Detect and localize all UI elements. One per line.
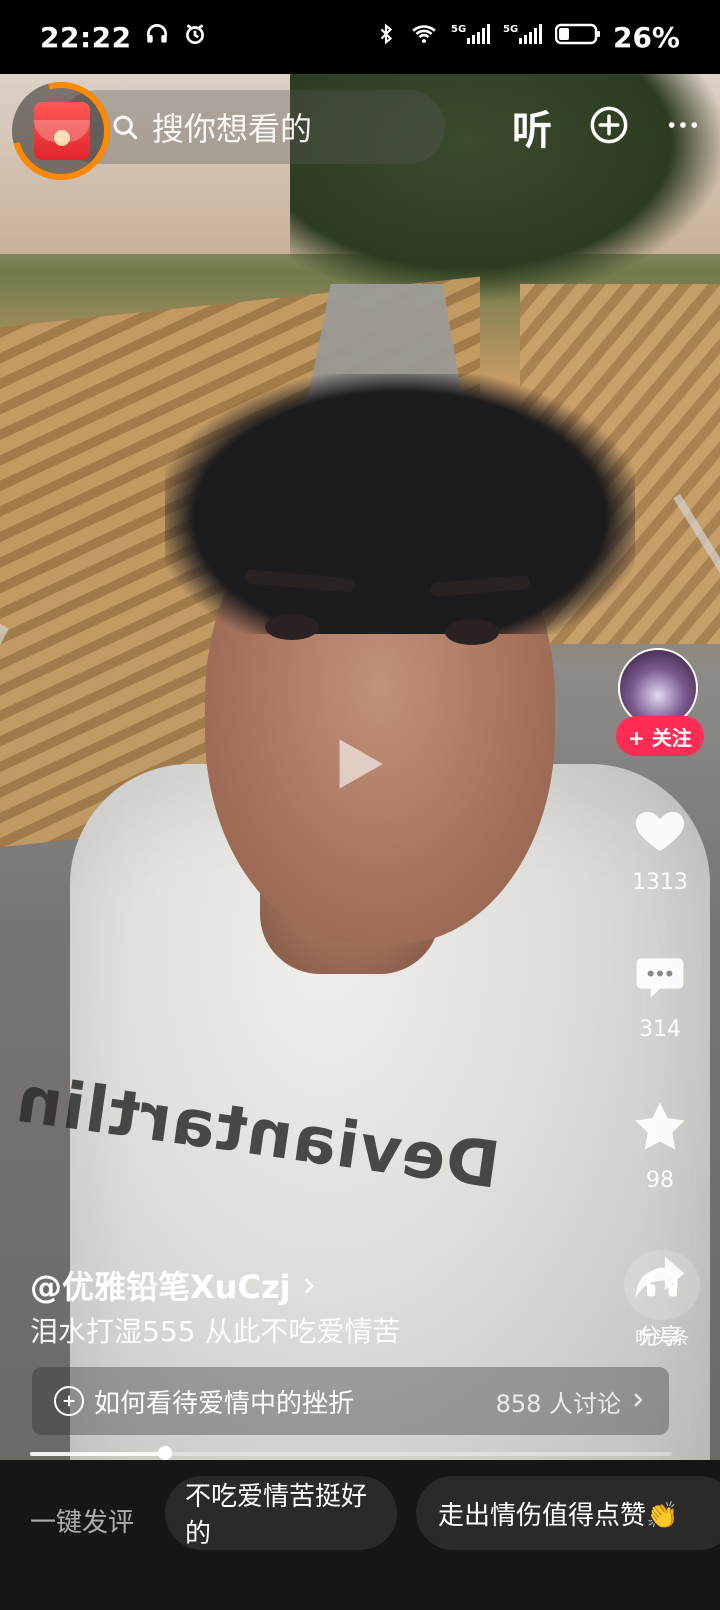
battery-percent: 26% [612, 20, 680, 54]
heart-icon[interactable] [630, 802, 690, 860]
wifi-icon [409, 21, 439, 54]
status-bar: 22:22 5G 5G 26% [0, 0, 720, 74]
star-icon[interactable] [631, 1098, 689, 1158]
red-packet-button[interactable] [0, 64, 128, 198]
status-left: 22:22 [40, 21, 208, 54]
svg-text:5G: 5G [451, 24, 466, 35]
comment-icon[interactable] [632, 951, 688, 1007]
status-time: 22:22 [40, 20, 132, 54]
comment-action[interactable]: 314 [632, 951, 688, 1042]
topic-meta[interactable]: 858 人讨论 [496, 1384, 647, 1419]
right-actions: + 关注 1313 314 98 分享 [616, 648, 704, 1351]
play-icon[interactable] [318, 727, 392, 801]
add-icon[interactable] [588, 104, 630, 150]
svg-text:5G: 5G [503, 24, 518, 35]
red-packet-icon [34, 102, 90, 160]
top-right-actions: 听 [512, 90, 700, 164]
search-icon [110, 112, 140, 142]
quick-comment-chip[interactable]: 走出情伤值得点赞👏 [416, 1476, 720, 1550]
chevron-right-icon [629, 1387, 647, 1415]
headphones-icon [642, 1263, 682, 1307]
video-progress-bar[interactable] [30, 1446, 672, 1460]
listen-button[interactable]: 听 [512, 98, 552, 156]
favorite-action[interactable]: 98 [631, 1098, 689, 1193]
like-action[interactable]: 1313 [630, 802, 690, 895]
screen: 22:22 5G 5G 26% Deviantartlin 搜你想看的 听 + … [0, 0, 720, 1610]
video-person-hair [165, 374, 635, 634]
video-progress-fill [30, 1452, 165, 1456]
topic-plus-icon [54, 1386, 84, 1416]
listen-headline-button[interactable]: 听头条 [622, 1250, 702, 1350]
battery-icon [554, 21, 601, 54]
video-person-right-eye [445, 619, 499, 645]
listen-headline-circle [624, 1250, 700, 1320]
topic-card[interactable]: 如何看待爱情中的挫折 858 人讨论 [32, 1367, 669, 1435]
quick-comment-label: 一键发评 [30, 1508, 135, 1538]
search-bar[interactable]: 搜你想看的 [60, 90, 445, 164]
alarm-icon [182, 21, 208, 54]
listen-headline-label: 听头条 [635, 1328, 689, 1349]
status-right: 5G 5G 26% [375, 21, 680, 54]
creator-avatar-wrap[interactable]: + 关注 [616, 648, 704, 756]
quick-comment-chip[interactable]: 不吃爱情苦挺好的 [165, 1476, 397, 1550]
bluetooth-icon [375, 21, 397, 54]
video-person-left-eye [265, 614, 319, 640]
favorite-count: 98 [646, 1168, 674, 1193]
signal-5g-icon-2: 5G [503, 21, 543, 54]
topic-title[interactable]: 如何看待爱情中的挫折 [94, 1383, 354, 1420]
like-count: 1313 [632, 870, 688, 895]
search-placeholder: 搜你想看的 [152, 110, 313, 148]
comment-count: 314 [639, 1017, 681, 1042]
bottom-quick-comment-bar: 一键发评 不吃爱情苦挺好的 走出情伤值得点赞👏 [0, 1460, 720, 1610]
author-handle[interactable]: @优雅铅笔XuCzj [30, 1262, 291, 1308]
headphones-icon [144, 21, 170, 54]
topic-discussion-count: 858 人讨论 [495, 1389, 621, 1418]
video-progress-thumb[interactable] [157, 1446, 172, 1460]
follow-button[interactable]: + 关注 [616, 716, 704, 756]
more-icon[interactable] [666, 108, 700, 146]
chevron-right-icon [299, 1266, 319, 1304]
top-overlay: 搜你想看的 听 [0, 64, 720, 198]
post-caption: 泪水打湿555 从此不吃爱情苦 [30, 1315, 401, 1348]
author-name[interactable]: @优雅铅笔XuCzj [30, 1262, 319, 1308]
signal-5g-icon-1: 5G [451, 21, 491, 54]
